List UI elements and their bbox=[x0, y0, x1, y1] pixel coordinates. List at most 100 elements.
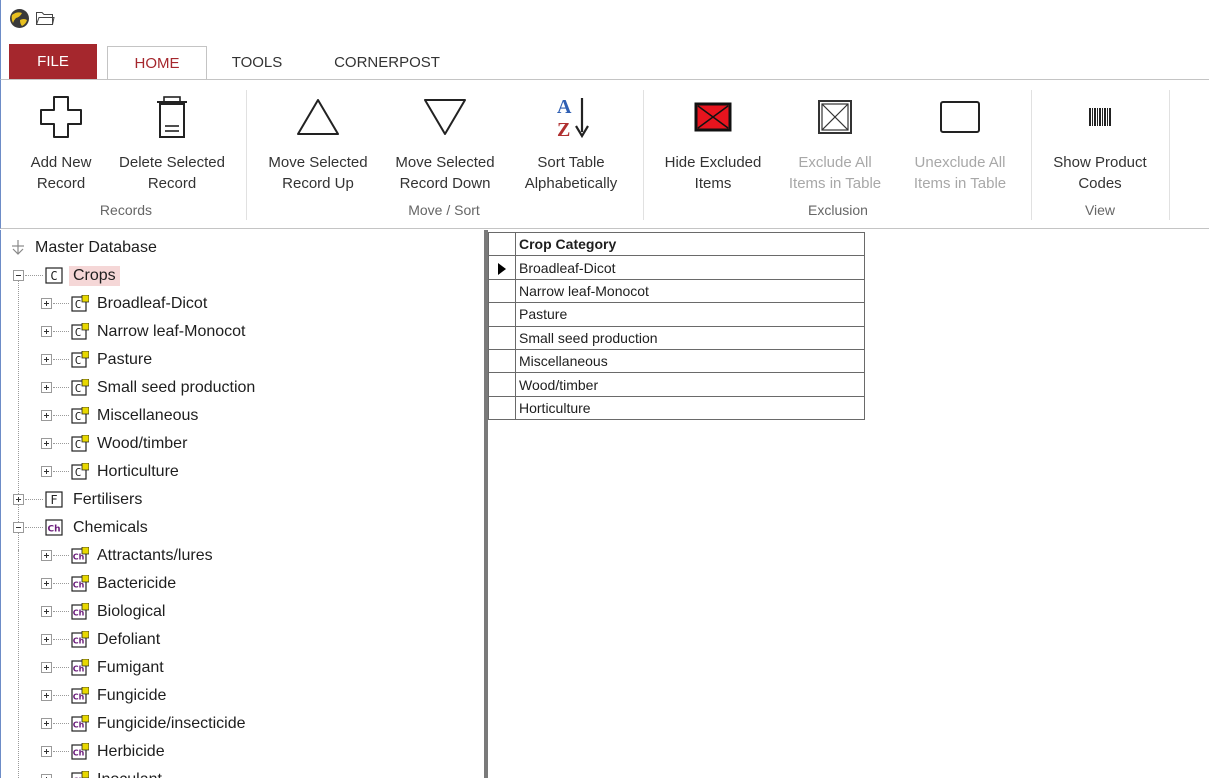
expand-toggle[interactable] bbox=[41, 578, 52, 589]
sort-az-icon: A Z bbox=[557, 96, 589, 140]
crop-icon: C bbox=[71, 295, 89, 312]
table-cell[interactable]: Pasture bbox=[515, 302, 865, 327]
row-selector[interactable] bbox=[488, 255, 516, 280]
expand-toggle[interactable] bbox=[41, 634, 52, 645]
tree-node-broadleaf-dicot[interactable]: C Broadleaf-Dicot bbox=[1, 290, 481, 318]
expand-toggle[interactable] bbox=[41, 410, 52, 421]
table-cell[interactable]: Wood/timber bbox=[515, 372, 865, 397]
tree-node-fungicide[interactable]: Ch Fungicide bbox=[1, 682, 481, 710]
svg-text:C: C bbox=[75, 466, 82, 479]
expand-toggle[interactable] bbox=[41, 690, 52, 701]
table-row[interactable]: Pasture bbox=[488, 302, 865, 327]
tree-node-chemicals[interactable]: Ch Chemicals bbox=[1, 514, 481, 542]
tree-node-defoliant[interactable]: Ch Defoliant bbox=[1, 626, 481, 654]
crop-icon: C bbox=[71, 351, 89, 368]
tree-node-label: Crops bbox=[69, 266, 120, 286]
unexclude-all-items-button[interactable]: Unexclude All Items in Table bbox=[895, 80, 1025, 202]
row-selector[interactable] bbox=[488, 325, 516, 350]
move-record-down-button[interactable]: Move Selected Record Down bbox=[381, 80, 509, 202]
row-selector[interactable] bbox=[488, 395, 516, 421]
svg-text:C: C bbox=[75, 298, 82, 311]
tree-node-wood-timber[interactable]: C Wood/timber bbox=[1, 430, 481, 458]
tree-node-label: Fungicide bbox=[97, 687, 167, 704]
table-cell[interactable]: Narrow leaf-Monocot bbox=[515, 278, 865, 304]
tree-node-inoculant[interactable]: Ch Inoculant bbox=[1, 766, 481, 778]
expand-toggle[interactable] bbox=[41, 382, 52, 393]
table-row[interactable]: Wood/timber bbox=[488, 372, 865, 397]
expand-toggle[interactable] bbox=[41, 550, 52, 561]
expand-toggle[interactable] bbox=[41, 746, 52, 757]
database-tree[interactable]: Master Database C Crops C Broadleaf-Dico… bbox=[0, 230, 486, 778]
tree-node-fertilisers[interactable]: F Fertilisers bbox=[1, 486, 481, 514]
hide-excluded-items-button[interactable]: Hide Excluded Items bbox=[651, 80, 775, 202]
tree-node-narrow-leaf-monocot[interactable]: C Narrow leaf-Monocot bbox=[1, 318, 481, 346]
chemical-category-icon: Ch bbox=[45, 519, 63, 536]
table-cell[interactable]: Miscellaneous bbox=[515, 348, 865, 374]
tree-node-pasture[interactable]: C Pasture bbox=[1, 346, 481, 374]
tree-node-crops[interactable]: C Crops bbox=[1, 262, 481, 290]
crop-category-table: Crop Category Broadleaf-Dicot Narrow lea… bbox=[488, 231, 865, 421]
show-product-codes-button[interactable]: Show Product Codes bbox=[1037, 80, 1163, 202]
delete-selected-record-button[interactable]: Delete Selected Record bbox=[107, 80, 237, 202]
expand-toggle[interactable] bbox=[41, 466, 52, 477]
tree-node-miscellaneous[interactable]: C Miscellaneous bbox=[1, 402, 481, 430]
table-row[interactable]: Horticulture bbox=[488, 395, 865, 421]
expand-toggle[interactable] bbox=[41, 718, 52, 729]
table-cell[interactable]: Small seed production bbox=[515, 325, 865, 350]
table-cell[interactable]: Horticulture bbox=[515, 395, 865, 421]
table-row[interactable]: Narrow leaf-Monocot bbox=[488, 278, 865, 304]
add-new-record-button[interactable]: Add New Record bbox=[15, 80, 107, 202]
crop-category-icon: C bbox=[45, 267, 63, 284]
tree-root-master-database[interactable]: Master Database bbox=[1, 234, 481, 262]
sort-table-button[interactable]: A Z Sort Table Alphabetically bbox=[509, 80, 633, 202]
plus-icon bbox=[40, 96, 82, 138]
row-selector[interactable] bbox=[488, 278, 516, 304]
table-row[interactable]: Small seed production bbox=[488, 325, 865, 350]
expand-toggle[interactable] bbox=[41, 326, 52, 337]
move-record-up-button[interactable]: Move Selected Record Up bbox=[255, 80, 381, 202]
row-selector[interactable] bbox=[488, 302, 516, 327]
expand-toggle[interactable] bbox=[41, 662, 52, 673]
crop-icon: C bbox=[71, 323, 89, 340]
tree-node-attractants-lures[interactable]: Ch Attractants/lures bbox=[1, 542, 481, 570]
chemical-icon: Ch bbox=[71, 687, 89, 704]
chemical-icon: Ch bbox=[71, 771, 89, 778]
exclude-all-items-button[interactable]: Exclude All Items in Table bbox=[775, 80, 895, 202]
group-label-records: Records bbox=[99, 202, 153, 218]
table-row[interactable]: Broadleaf-Dicot bbox=[488, 255, 865, 280]
table-row[interactable]: Miscellaneous bbox=[488, 348, 865, 374]
svg-text:C: C bbox=[50, 269, 57, 283]
tree-node-horticulture[interactable]: C Horticulture bbox=[1, 458, 481, 486]
expand-toggle[interactable] bbox=[41, 298, 52, 309]
app-logo-icon[interactable] bbox=[9, 8, 30, 29]
expand-toggle[interactable] bbox=[41, 354, 52, 365]
tab-tools[interactable]: TOOLS bbox=[217, 46, 297, 80]
collapse-toggle[interactable] bbox=[13, 522, 24, 533]
tree-node-fungicide-insecticide[interactable]: Ch Fungicide/insecticide bbox=[1, 710, 481, 738]
barcode-icon bbox=[1089, 108, 1111, 126]
tree-node-biological[interactable]: Ch Biological bbox=[1, 598, 481, 626]
open-folder-icon[interactable] bbox=[35, 9, 55, 27]
expand-toggle[interactable] bbox=[13, 494, 24, 505]
row-selector[interactable] bbox=[488, 372, 516, 397]
svg-text:F: F bbox=[50, 493, 57, 507]
tree-node-label: Small seed production bbox=[97, 379, 256, 396]
group-separator bbox=[246, 90, 247, 220]
column-header-crop-category[interactable]: Crop Category bbox=[515, 231, 865, 257]
row-selector[interactable] bbox=[488, 348, 516, 374]
tab-home[interactable]: HOME bbox=[107, 46, 207, 81]
tree-node-fumigant[interactable]: Ch Fumigant bbox=[1, 654, 481, 682]
expand-toggle[interactable] bbox=[41, 774, 52, 778]
tree-node-herbicide[interactable]: Ch Herbicide bbox=[1, 738, 481, 766]
chemical-icon: Ch bbox=[71, 575, 89, 592]
svg-text:C: C bbox=[75, 410, 82, 423]
tab-cornerpost[interactable]: CORNERPOST bbox=[313, 46, 461, 80]
expand-toggle[interactable] bbox=[41, 606, 52, 617]
tree-node-small-seed-production[interactable]: C Small seed production bbox=[1, 374, 481, 402]
table-cell[interactable]: Broadleaf-Dicot bbox=[515, 255, 865, 280]
collapse-toggle[interactable] bbox=[13, 270, 24, 281]
expand-toggle[interactable] bbox=[41, 438, 52, 449]
chemical-icon: Ch bbox=[71, 715, 89, 732]
tab-file[interactable]: FILE bbox=[9, 44, 97, 80]
tree-node-bactericide[interactable]: Ch Bactericide bbox=[1, 570, 481, 598]
